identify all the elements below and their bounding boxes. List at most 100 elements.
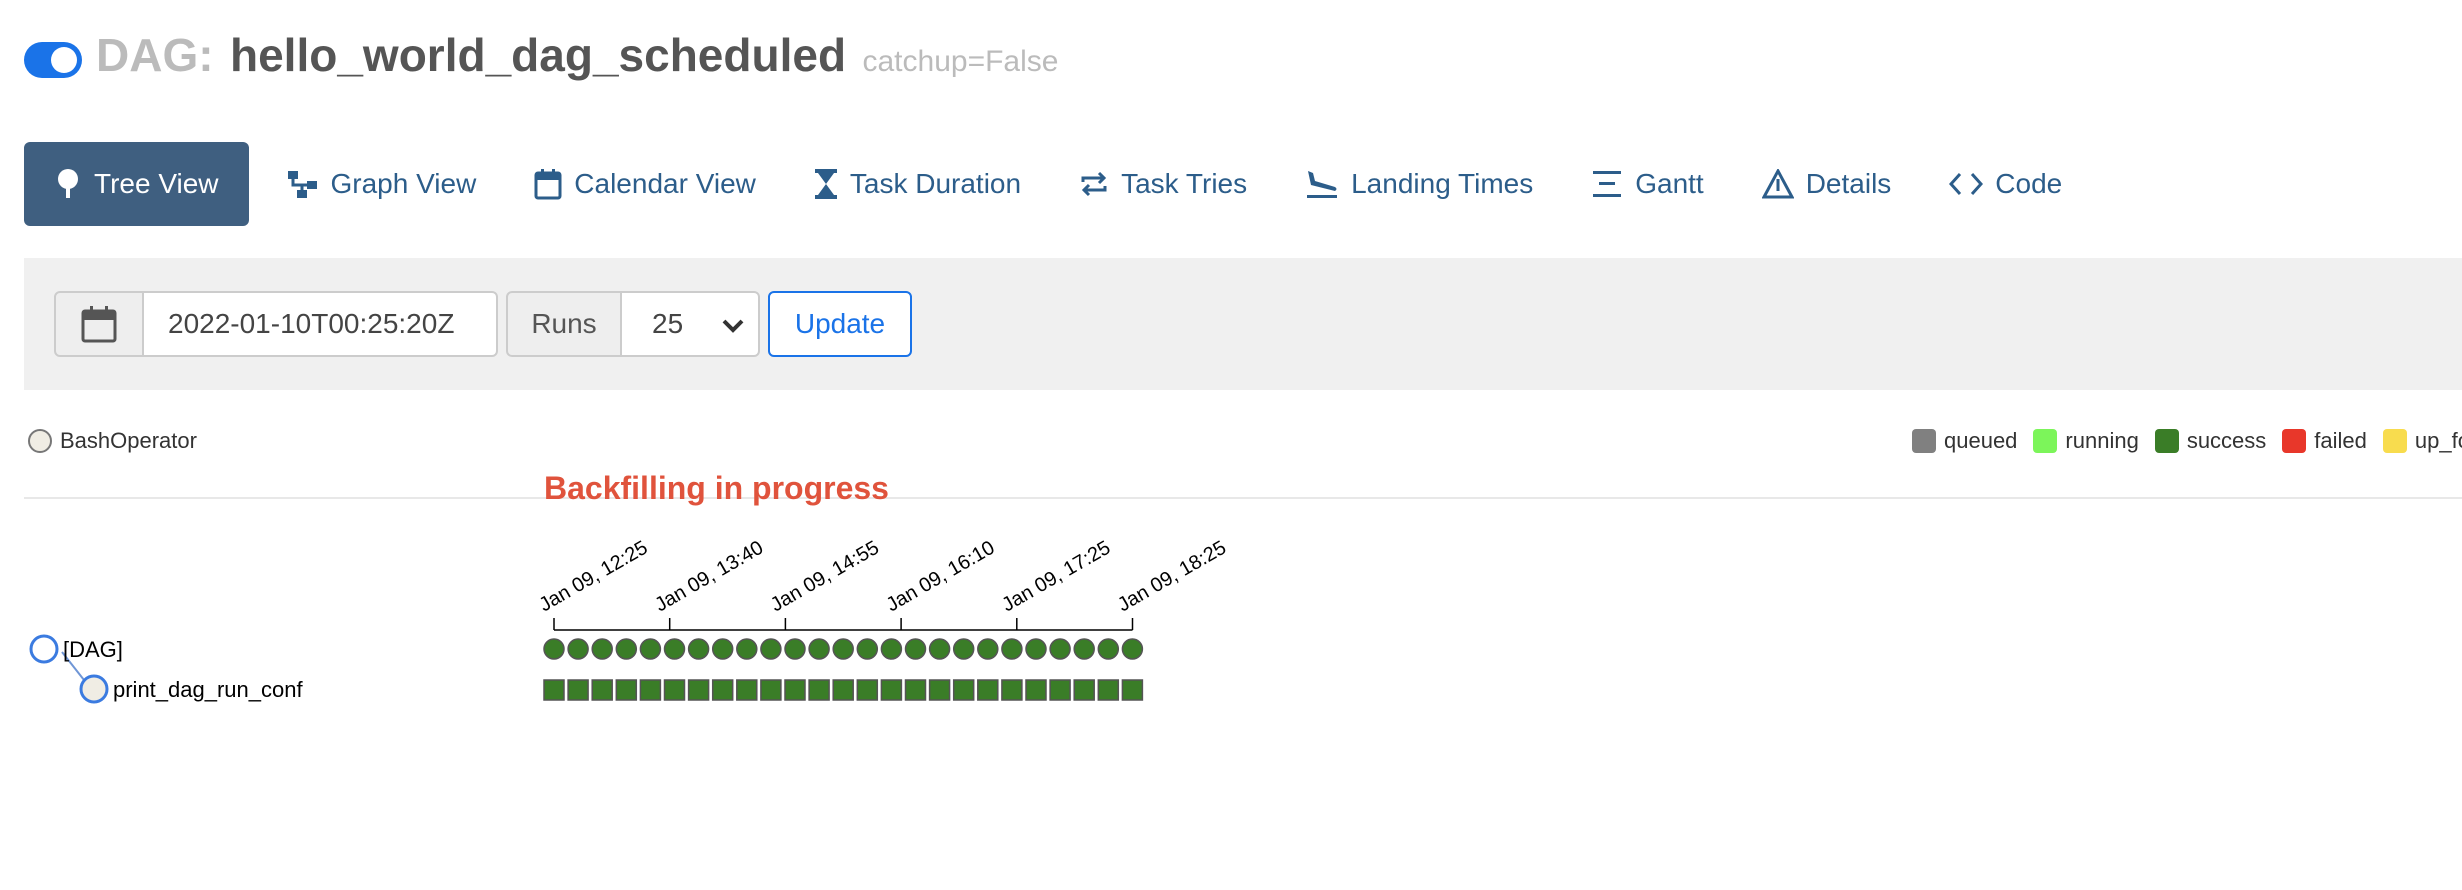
base-date-input[interactable]: 2022-01-10T00:25:20Z: [144, 291, 498, 357]
datepicker-button[interactable]: [54, 291, 144, 357]
legend-item-success: success: [2154, 428, 2267, 454]
view-tabs: Tree View Graph View Calendar View Task …: [24, 142, 2100, 226]
legend-item-running: running: [2033, 428, 2139, 454]
task-instance-square[interactable]: [567, 679, 589, 701]
tree-icon: [58, 169, 78, 198]
dag-run-circle[interactable]: [615, 638, 638, 660]
axis-tick-label: Jan 09, 12:25: [536, 537, 652, 617]
dag-run-circle[interactable]: [591, 638, 613, 660]
dag-run-circle[interactable]: [711, 638, 734, 660]
axis-tick-label: Jan 09, 18:25: [1114, 537, 1230, 617]
dag-run-circle[interactable]: [567, 638, 589, 660]
tab-tree-view[interactable]: Tree View: [24, 142, 249, 226]
update-button[interactable]: Update: [768, 291, 912, 357]
time-axis: Jan 09, 12:25 Jan 09, 13:40 Jan 09, 14:55 J…: [536, 537, 1230, 631]
tab-label: Task Duration: [849, 168, 1022, 199]
legend-label: success: [2186, 428, 2267, 453]
task-instance-square[interactable]: [663, 679, 686, 701]
task-instance-square[interactable]: [687, 679, 710, 701]
dag-run-circle[interactable]: [1049, 638, 1071, 660]
task-instance-square[interactable]: [615, 679, 638, 701]
task-instance-square[interactable]: [904, 679, 927, 701]
dag-root-node[interactable]: [29, 634, 59, 664]
task-instance-square[interactable]: [760, 679, 782, 701]
tab-task-duration[interactable]: Task Duration: [794, 142, 1041, 226]
task-instance-square[interactable]: [880, 679, 903, 701]
legend-label: queued: [1944, 428, 2018, 453]
task-instance-square[interactable]: [952, 679, 975, 701]
operator-label: BashOperator: [60, 428, 197, 453]
runs-select[interactable]: 25: [622, 291, 760, 357]
task-instance-square[interactable]: [1121, 679, 1144, 701]
task-instance-square[interactable]: [711, 679, 734, 701]
task-instance-square[interactable]: [928, 679, 951, 701]
task-instance-square[interactable]: [784, 679, 806, 701]
legend-item-queued: queued: [1912, 428, 2017, 454]
task-instance-square[interactable]: [832, 679, 854, 701]
divider: [24, 497, 2462, 499]
code-icon: [1949, 172, 1984, 196]
legend-swatch: [2282, 429, 2307, 453]
tab-label: Calendar View: [574, 168, 756, 199]
dag-run-circle[interactable]: [928, 638, 951, 660]
task-instance-square[interactable]: [736, 679, 758, 701]
dag-run-circle[interactable]: [808, 638, 830, 660]
task-instance-square[interactable]: [543, 679, 565, 701]
tab-label: Details: [1805, 168, 1892, 199]
runs-value: 25: [652, 308, 684, 339]
task-instance-square[interactable]: [977, 679, 999, 701]
tab-landing-times[interactable]: Landing Times: [1285, 142, 1553, 226]
dag-run-circle[interactable]: [663, 638, 686, 660]
calendar-icon: [534, 169, 562, 200]
tab-details[interactable]: Details: [1742, 142, 1912, 226]
dag-run-circle[interactable]: [543, 638, 565, 660]
axis-tick-label: Jan 09, 16:10: [883, 537, 999, 617]
task-instance-square[interactable]: [1001, 679, 1023, 701]
graph-icon: [287, 171, 317, 198]
dag-run-circle[interactable]: [760, 638, 782, 660]
dag-run-circle[interactable]: [856, 638, 879, 660]
task-instance-square[interactable]: [1073, 679, 1095, 701]
tab-gantt[interactable]: Gantt: [1571, 142, 1723, 226]
dag-run-circle[interactable]: [880, 638, 903, 660]
task-instance-square[interactable]: [1049, 679, 1071, 701]
task-instance-square[interactable]: [1025, 679, 1047, 701]
task-instance-square[interactable]: [1097, 679, 1120, 701]
dag-run-circle[interactable]: [639, 638, 662, 660]
chevron-down-icon: [722, 319, 744, 333]
hourglass-icon: [814, 169, 837, 199]
tab-graph-view[interactable]: Graph View: [267, 142, 497, 226]
tab-label: Graph View: [330, 168, 477, 199]
task-instance-square[interactable]: [856, 679, 879, 701]
tab-label: Tree View: [94, 168, 219, 199]
tab-label: Code: [1995, 168, 2063, 199]
dag-run-row: [543, 638, 1144, 660]
axis-tick-label: Jan 09, 13:40: [651, 537, 767, 617]
tab-task-tries[interactable]: Task Tries: [1059, 142, 1267, 226]
retry-icon: [1081, 171, 1107, 197]
legend-label: failed: [2314, 428, 2367, 453]
task-instance-square[interactable]: [591, 679, 613, 701]
dag-run-circle[interactable]: [977, 638, 999, 660]
legend-swatch: [2382, 429, 2407, 453]
dag-run-circle[interactable]: [1001, 638, 1023, 660]
dag-run-circle[interactable]: [1025, 638, 1047, 660]
dag-run-circle[interactable]: [952, 638, 975, 660]
dag-run-circle[interactable]: [832, 638, 854, 660]
task-node[interactable]: [79, 674, 109, 704]
dag-run-circle[interactable]: [1097, 638, 1120, 660]
dag-run-circle[interactable]: [784, 638, 806, 660]
dag-run-circle[interactable]: [736, 638, 758, 660]
task-instance-square[interactable]: [808, 679, 830, 701]
dag-pause-toggle[interactable]: [24, 42, 82, 78]
dag-run-circle[interactable]: [1073, 638, 1095, 660]
dag-run-circle[interactable]: [687, 638, 710, 660]
operator-legend: BashOperator: [28, 428, 197, 454]
tab-code[interactable]: Code: [1929, 142, 2082, 226]
dag-run-circle[interactable]: [1121, 638, 1144, 660]
page-title: DAG: hello_world_dag_scheduled catchup=F…: [96, 28, 1058, 82]
legend-item-failed: failed: [2282, 428, 2367, 454]
tab-calendar-view[interactable]: Calendar View: [514, 142, 776, 226]
dag-run-circle[interactable]: [904, 638, 927, 660]
task-instance-square[interactable]: [639, 679, 662, 701]
